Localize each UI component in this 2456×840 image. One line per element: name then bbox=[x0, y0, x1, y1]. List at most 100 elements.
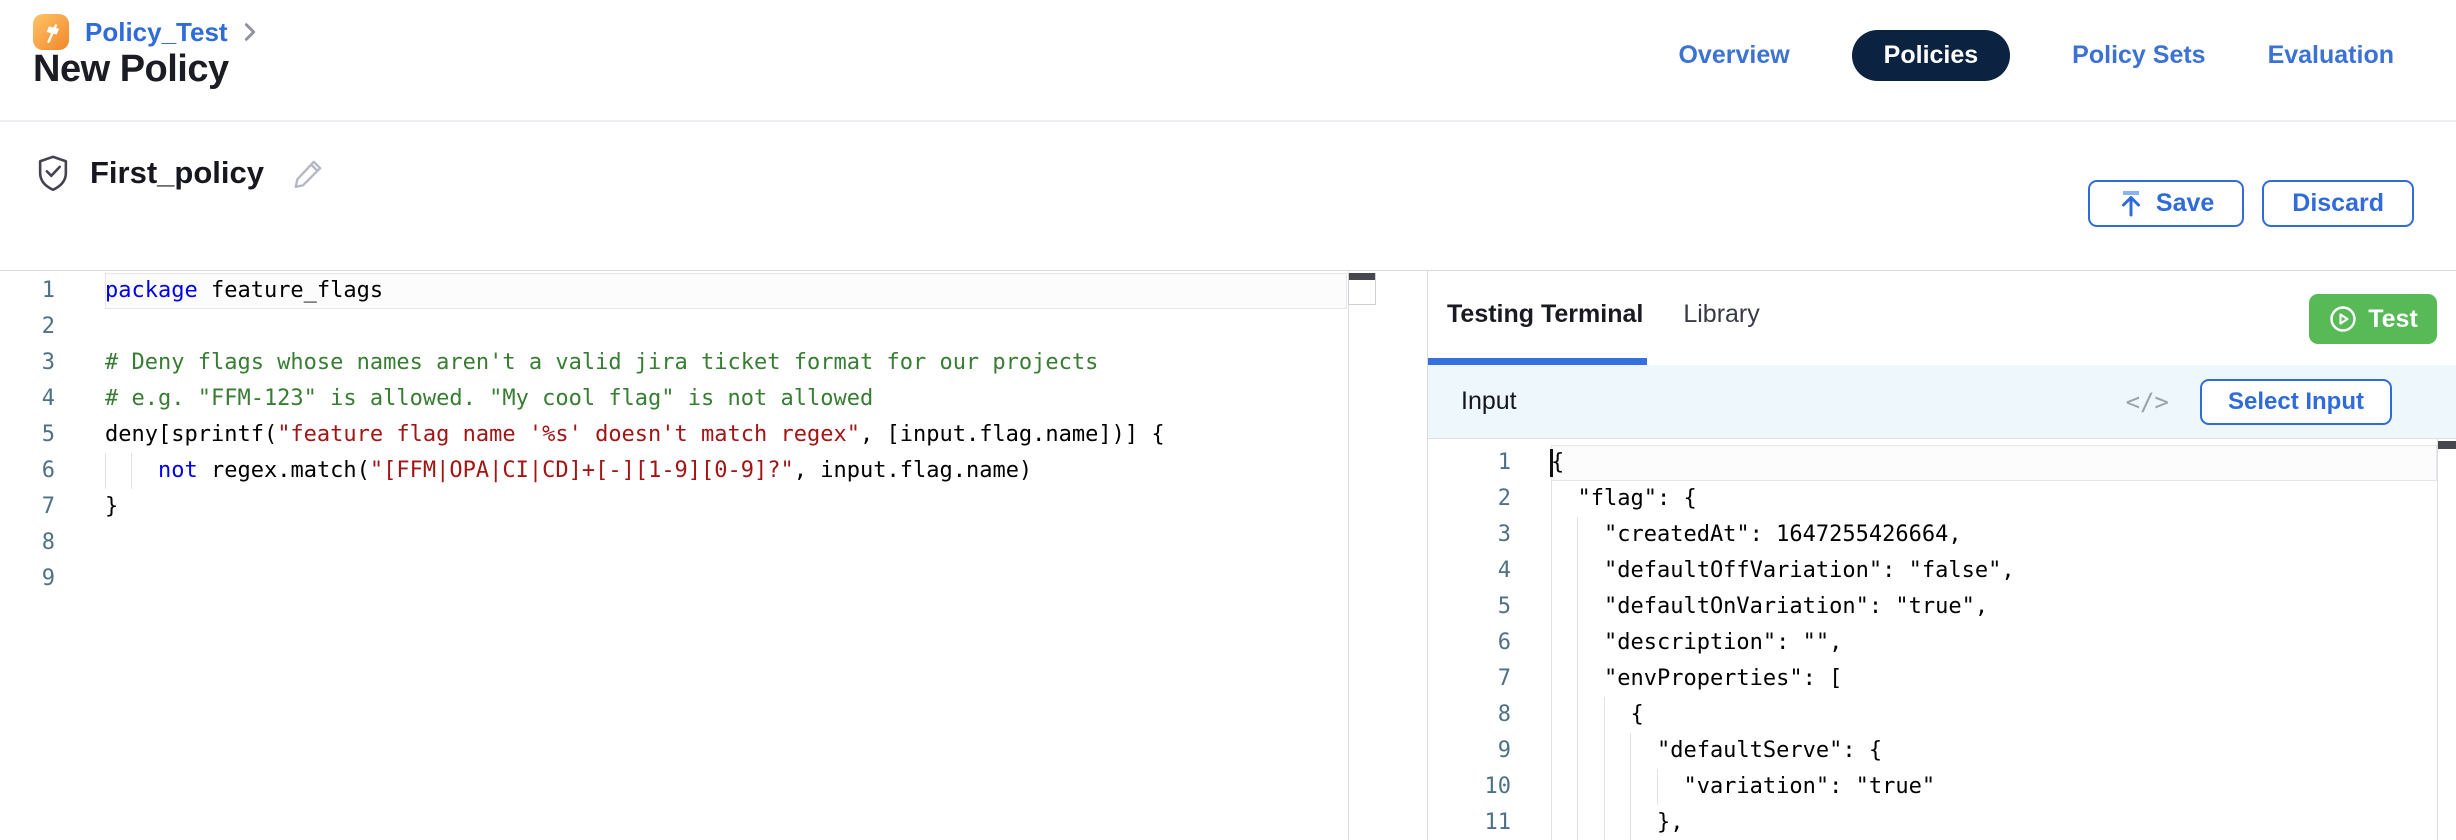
code-line-text bbox=[105, 309, 1347, 345]
code-line: 4# e.g. "FFM-123" is allowed. "My cool f… bbox=[0, 381, 1427, 417]
code-line-text bbox=[105, 525, 1347, 561]
line-number: 1 bbox=[1428, 445, 1511, 481]
left-editor-scrollbar-track bbox=[1348, 271, 1349, 840]
indent-guide bbox=[1630, 733, 1631, 769]
indent-guide bbox=[105, 453, 106, 489]
indent-guide bbox=[1551, 589, 1552, 625]
indent-guide bbox=[1577, 805, 1578, 840]
code-line-text: }, bbox=[1551, 805, 2437, 840]
code-line: 2 "flag": { bbox=[1428, 481, 2456, 517]
line-number: 1 bbox=[0, 273, 55, 309]
input-bar: Input </> Select Input bbox=[1428, 365, 2456, 439]
code-line-text: "description": "", bbox=[1551, 625, 2437, 661]
line-number: 3 bbox=[0, 345, 55, 381]
test-button-label: Test bbox=[2368, 305, 2418, 334]
indent-guide bbox=[1551, 769, 1552, 805]
code-line-text: "createdAt": 1647255426664, bbox=[1551, 517, 2437, 553]
code-line: 9 "defaultServe": { bbox=[1428, 733, 2456, 769]
indent-guide bbox=[1551, 805, 1552, 840]
test-button[interactable]: Test bbox=[2309, 294, 2437, 344]
policy-module-icon bbox=[33, 14, 69, 50]
right-editor-scrollbar-thumb[interactable] bbox=[2438, 441, 2456, 449]
policy-name: First_policy bbox=[90, 155, 264, 191]
code-line-text: "defaultOffVariation": "false", bbox=[1551, 553, 2437, 589]
page-header: Policy_Test New Policy Overview Policies… bbox=[0, 0, 2456, 122]
indent-guide bbox=[1577, 733, 1578, 769]
nav-tabs: Overview Policies Policy Sets Evaluation bbox=[1678, 30, 2394, 81]
policy-code-lines: 1 package feature_flags 23 # Deny flags who… bbox=[0, 273, 1427, 597]
code-line-text bbox=[105, 561, 1347, 597]
nav-tab-overview[interactable]: Overview bbox=[1678, 41, 1789, 70]
code-line: 4 "defaultOffVariation": "false", bbox=[1428, 553, 2456, 589]
upload-icon bbox=[2118, 190, 2144, 218]
tab-library[interactable]: Library bbox=[1683, 271, 1769, 365]
indent-guide bbox=[1551, 517, 1552, 553]
indent-guide bbox=[1551, 481, 1552, 517]
content-area: 1package feature_flags23# Deny flags who… bbox=[0, 270, 2456, 840]
tab-testing-terminal[interactable]: Testing Terminal bbox=[1428, 271, 1647, 365]
indent-guide bbox=[1577, 769, 1578, 805]
select-input-button[interactable]: Select Input bbox=[2200, 379, 2392, 425]
indent-guide bbox=[1551, 733, 1552, 769]
code-line: 8 { bbox=[1428, 697, 2456, 733]
code-line: 8 bbox=[0, 525, 1427, 561]
code-line-text: "flag": { bbox=[1551, 481, 2437, 517]
code-line-text: { bbox=[1551, 445, 2437, 481]
code-line-text: "defaultOnVariation": "true", bbox=[1551, 589, 2437, 625]
discard-button[interactable]: Discard bbox=[2262, 180, 2414, 227]
code-line-text: deny[sprintf("feature flag name '%s' doe… bbox=[105, 417, 1347, 453]
indent-guide bbox=[1577, 553, 1578, 589]
left-editor-scrollbar-thumb[interactable] bbox=[1349, 273, 1375, 280]
code-line-text: package feature_flags bbox=[105, 273, 1347, 309]
code-line: 1{ bbox=[1428, 445, 2456, 481]
shield-check-icon bbox=[36, 154, 70, 192]
indent-guide bbox=[131, 453, 132, 489]
toolbar-buttons: Save Discard bbox=[2088, 180, 2414, 227]
line-number: 8 bbox=[1428, 697, 1511, 733]
line-number: 9 bbox=[1428, 733, 1511, 769]
line-number: 2 bbox=[1428, 481, 1511, 517]
testing-panel: Testing Terminal Library Test Input </> … bbox=[1427, 271, 2456, 840]
indent-guide bbox=[1577, 697, 1578, 733]
policy-code-editor[interactable]: 1 package feature_flags 23 # Deny flags who… bbox=[0, 271, 1427, 840]
testing-panel-tabs: Testing Terminal Library bbox=[1428, 271, 2456, 365]
text-cursor bbox=[1550, 449, 1553, 477]
line-number: 5 bbox=[1428, 589, 1511, 625]
save-button[interactable]: Save bbox=[2088, 180, 2244, 227]
line-number: 2 bbox=[0, 309, 55, 345]
code-line-text: # Deny flags whose names aren't a valid … bbox=[105, 345, 1347, 381]
code-line: 10 "variation": "true" bbox=[1428, 769, 2456, 805]
line-number: 6 bbox=[1428, 625, 1511, 661]
line-number: 5 bbox=[0, 417, 55, 453]
nav-tab-evaluation[interactable]: Evaluation bbox=[2268, 41, 2394, 70]
line-number: 10 bbox=[1428, 769, 1511, 805]
save-button-label: Save bbox=[2156, 189, 2214, 218]
line-number: 4 bbox=[0, 381, 55, 417]
indent-guide bbox=[1604, 697, 1605, 733]
code-line: 7 "envProperties": [ bbox=[1428, 661, 2456, 697]
code-brackets-icon[interactable]: </> bbox=[2126, 388, 2169, 416]
indent-guide bbox=[1577, 625, 1578, 661]
indent-guide bbox=[1630, 805, 1631, 840]
line-number: 11 bbox=[1428, 805, 1511, 840]
edit-pencil-icon[interactable] bbox=[292, 156, 326, 190]
policy-name-row: First_policy bbox=[36, 154, 326, 192]
input-json-editor[interactable]: 1{2 "flag": {3 "createdAt": 164725542666… bbox=[1428, 439, 2456, 840]
code-line: 9 bbox=[0, 561, 1427, 597]
line-number: 4 bbox=[1428, 553, 1511, 589]
indent-guide bbox=[1551, 553, 1552, 589]
indent-guide bbox=[1551, 661, 1552, 697]
line-number: 8 bbox=[0, 525, 55, 561]
nav-tab-policies[interactable]: Policies bbox=[1852, 30, 2011, 81]
policy-editor-page: Policy_Test New Policy Overview Policies… bbox=[0, 0, 2456, 840]
code-line: 1 package feature_flags bbox=[0, 273, 1427, 309]
indent-guide bbox=[1604, 805, 1605, 840]
indent-guide bbox=[1551, 697, 1552, 733]
indent-guide bbox=[1577, 517, 1578, 553]
code-line-text: "variation": "true" bbox=[1551, 769, 2437, 805]
line-number: 9 bbox=[0, 561, 55, 597]
breadcrumb-project-link[interactable]: Policy_Test bbox=[85, 17, 228, 48]
code-line: 3 # Deny flags whose names aren't a valid… bbox=[0, 345, 1427, 381]
nav-tab-policy-sets[interactable]: Policy Sets bbox=[2072, 41, 2205, 70]
line-number: 7 bbox=[0, 489, 55, 525]
